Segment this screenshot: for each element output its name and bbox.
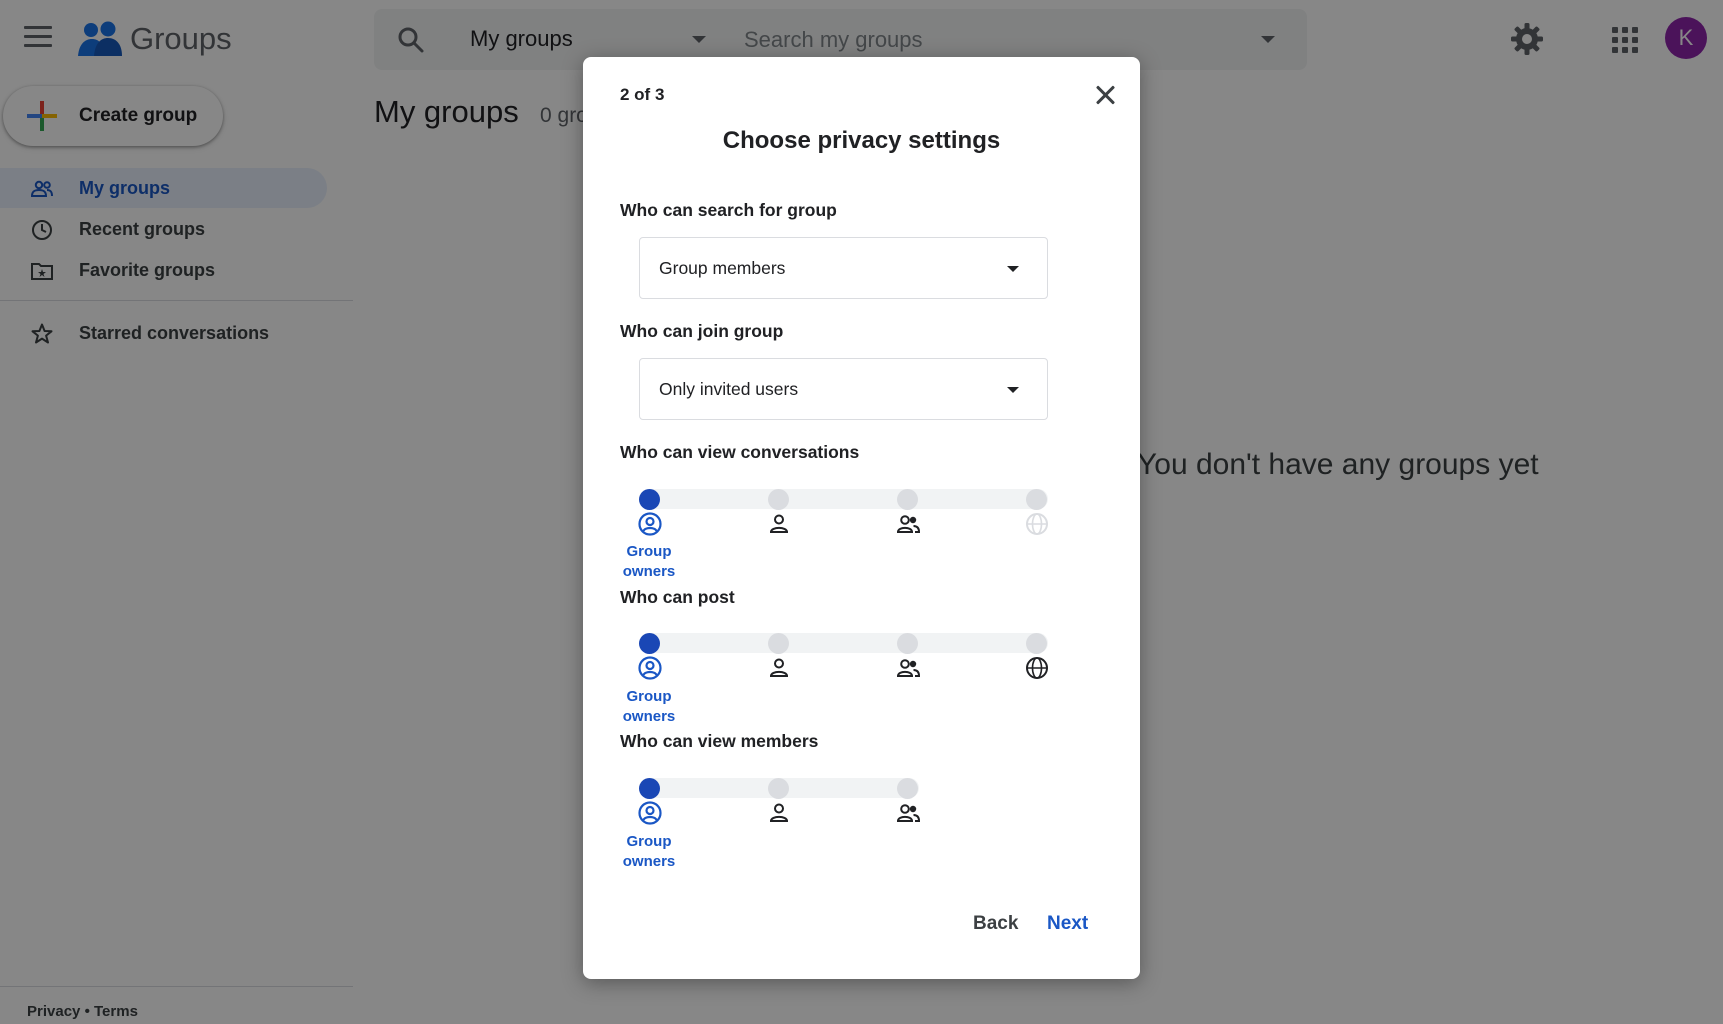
people-icon [896,659,921,677]
search-permission-label: Who can search for group [620,200,837,220]
option-group-members[interactable] [897,489,918,510]
step-indicator: 2 of 3 [620,85,665,104]
post-permission-label: Who can post [620,587,735,607]
option-anyone[interactable] [1026,633,1047,654]
person-icon [769,514,789,533]
option-group-owners[interactable] [639,489,660,510]
person-icon [769,803,789,822]
close-icon[interactable] [1091,81,1119,109]
option-group-members[interactable] [897,778,918,799]
owner-account-icon [638,656,662,680]
selected-option-label: Group owners [609,687,689,727]
person-icon [769,658,789,677]
selected-option-label: Group owners [609,542,689,582]
selected-option-label-line-2: owners [622,708,676,725]
select-value: Group members [659,258,786,278]
globe-icon [1026,513,1048,535]
globe-icon [1026,657,1048,679]
dialog-title: Choose privacy settings [722,127,1001,154]
selected-option-label-line-1: Group [626,688,672,705]
view-conversations-slider[interactable] [639,479,1048,519]
option-group-owners[interactable] [639,778,660,799]
option-anyone[interactable] [1026,489,1047,510]
people-icon [896,515,921,533]
groups-app: Groups My groups Search my groups K Crea… [0,0,1723,1024]
selected-option-label-line-1: Group [626,543,672,560]
dropdown-arrow-icon [1007,266,1019,272]
slider-track [639,489,1048,509]
option-group-managers[interactable] [768,633,789,654]
view-conversations-label: Who can view conversations [620,442,860,462]
option-group-members[interactable] [897,633,918,654]
option-group-owners[interactable] [639,633,660,654]
view-members-label: Who can view members [620,731,819,751]
back-button[interactable]: Back [973,913,1018,935]
privacy-settings-dialog: 2 of 3 Choose privacy settings Who can s… [583,57,1140,979]
selected-option-label: Group owners [609,832,689,872]
dropdown-arrow-icon [1007,387,1019,393]
people-icon [896,804,921,822]
selected-option-label-line-2: owners [622,563,676,580]
selected-option-label-line-2: owners [622,853,676,870]
owner-account-icon [638,512,662,536]
owner-account-icon [638,801,662,825]
slider-track [639,633,1048,653]
join-permission-label: Who can join group [620,321,784,341]
option-group-managers[interactable] [768,778,789,799]
option-group-managers[interactable] [768,489,789,510]
select-value: Only invited users [659,379,799,399]
post-permission-slider[interactable] [639,623,1048,663]
next-button[interactable]: Next [1047,913,1088,935]
selected-option-label-line-1: Group [626,833,672,850]
join-permission-select[interactable]: Only invited users [639,358,1048,420]
search-permission-select[interactable]: Group members [639,237,1048,299]
